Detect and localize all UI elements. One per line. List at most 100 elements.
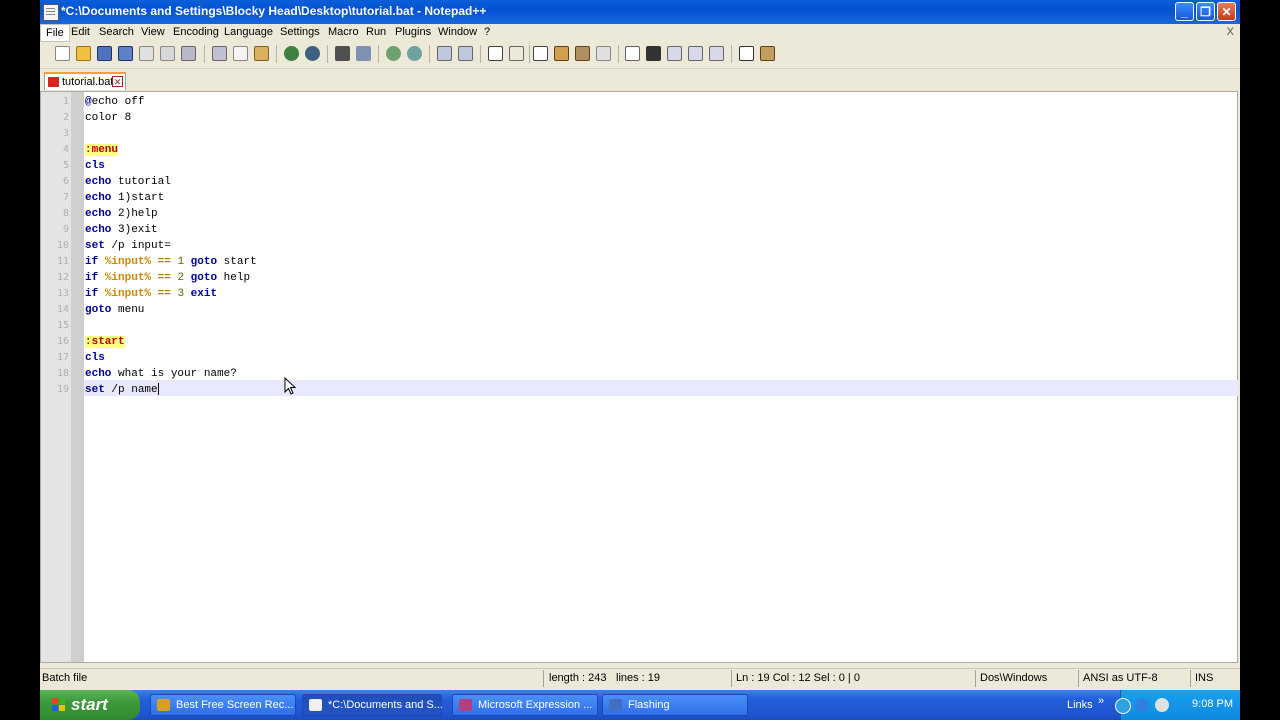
cut-icon[interactable] bbox=[212, 46, 227, 61]
show-all-chars-icon[interactable] bbox=[509, 46, 524, 61]
sync-vertical-icon[interactable] bbox=[437, 46, 452, 61]
taskbar-item-expression[interactable]: Microsoft Expression ... bbox=[452, 694, 598, 716]
links-chevron-icon[interactable]: » bbox=[1098, 695, 1104, 707]
code-line[interactable]: set /p input= bbox=[85, 238, 171, 254]
code-line[interactable]: goto menu bbox=[85, 302, 144, 318]
copy-icon[interactable] bbox=[233, 46, 248, 61]
find-icon[interactable] bbox=[335, 46, 350, 61]
taskbar-item-notepad[interactable]: *C:\Documents and S... bbox=[302, 694, 443, 716]
undo-icon[interactable] bbox=[284, 46, 299, 61]
menu-file[interactable]: File bbox=[40, 24, 70, 42]
start-button[interactable]: start bbox=[40, 690, 140, 720]
close-document-icon[interactable]: X bbox=[1227, 26, 1234, 38]
code-token: goto bbox=[190, 256, 218, 268]
menu-macro[interactable]: Macro bbox=[328, 26, 359, 38]
code-token: if bbox=[85, 256, 99, 268]
paste-icon[interactable] bbox=[254, 46, 269, 61]
code-line[interactable]: echo 1)start bbox=[85, 190, 164, 206]
back-arrow-icon[interactable] bbox=[1115, 698, 1131, 714]
fold-margin[interactable] bbox=[71, 92, 84, 662]
save-icon[interactable] bbox=[97, 46, 112, 61]
maximize-button[interactable]: ❐ bbox=[1196, 2, 1215, 21]
links-toolbar[interactable]: Links bbox=[1067, 699, 1093, 711]
code-line[interactable]: :menu bbox=[85, 142, 119, 158]
mouse-cursor-icon bbox=[284, 377, 297, 395]
open-file-icon[interactable] bbox=[76, 46, 91, 61]
menu-language[interactable]: Language bbox=[224, 26, 273, 38]
menu-search[interactable]: Search bbox=[99, 26, 134, 38]
sync-horizontal-icon[interactable] bbox=[458, 46, 473, 61]
code-line[interactable]: cls bbox=[85, 158, 105, 174]
code-line[interactable]: echo 2)help bbox=[85, 206, 158, 222]
close-button[interactable]: ✕ bbox=[1217, 2, 1236, 21]
zoom-in-icon[interactable] bbox=[386, 46, 401, 61]
code-line[interactable]: :start bbox=[85, 334, 125, 350]
menu-window[interactable]: Window bbox=[438, 26, 477, 38]
code-token: == bbox=[157, 256, 171, 268]
line-number: 5 bbox=[62, 160, 69, 171]
save-all-icon[interactable] bbox=[118, 46, 133, 61]
current-line-highlight bbox=[84, 380, 1238, 396]
status-encoding: ANSI as UTF-8 bbox=[1083, 672, 1158, 684]
menu-edit[interactable]: Edit bbox=[71, 26, 90, 38]
code-token: echo bbox=[85, 208, 112, 220]
play-macro-icon[interactable] bbox=[667, 46, 682, 61]
code-line[interactable]: @echo off bbox=[85, 94, 144, 110]
code-line[interactable]: set /p name bbox=[85, 382, 159, 398]
tab-close-icon[interactable]: ✕ bbox=[112, 76, 123, 87]
code-token: %input% bbox=[104, 272, 152, 284]
code-line[interactable]: if %input% == 1 goto start bbox=[85, 254, 257, 270]
menu-plugins[interactable]: Plugins bbox=[395, 26, 431, 38]
code-line[interactable]: echo 3)exit bbox=[85, 222, 158, 238]
redo-icon[interactable] bbox=[305, 46, 320, 61]
code-token: set bbox=[85, 240, 105, 252]
replace-icon[interactable] bbox=[356, 46, 371, 61]
stop-macro-icon[interactable] bbox=[646, 46, 661, 61]
menu-help[interactable]: ? bbox=[484, 26, 490, 38]
taskbar-item-screen-recorder[interactable]: Best Free Screen Rec... bbox=[150, 694, 296, 716]
toolbar-separator bbox=[276, 45, 277, 63]
menu-encoding[interactable]: Encoding bbox=[173, 26, 219, 38]
taskbar-item-flashing[interactable]: Flashing bbox=[602, 694, 748, 716]
zoom-out-icon[interactable] bbox=[407, 46, 422, 61]
word-wrap-icon[interactable] bbox=[488, 46, 503, 61]
network-icon[interactable] bbox=[1135, 698, 1149, 712]
code-token: tutorial bbox=[111, 176, 171, 188]
record-macro-icon[interactable] bbox=[625, 46, 640, 61]
code-line[interactable]: echo tutorial bbox=[85, 174, 171, 190]
plugin-icon[interactable] bbox=[760, 46, 775, 61]
minimize-button[interactable]: _ bbox=[1175, 2, 1194, 21]
taskbar: start Best Free Screen Rec... *C:\Docume… bbox=[40, 690, 1240, 720]
tab-tutorial-bat[interactable]: tutorial.bat ✕ bbox=[44, 72, 126, 90]
save-macro-icon[interactable] bbox=[709, 46, 724, 61]
unsaved-file-icon bbox=[48, 77, 59, 87]
volume-icon[interactable] bbox=[1155, 698, 1169, 712]
code-line[interactable]: if %input% == 3 exit bbox=[85, 286, 217, 302]
code-token: if bbox=[85, 288, 99, 300]
code-line[interactable]: if %input% == 2 goto help bbox=[85, 270, 250, 286]
menu-view[interactable]: View bbox=[141, 26, 165, 38]
function-list-icon[interactable] bbox=[596, 46, 611, 61]
spell-check-icon[interactable] bbox=[739, 46, 754, 61]
indent-guide-icon[interactable] bbox=[533, 46, 548, 61]
close-file-icon[interactable] bbox=[139, 46, 154, 61]
title-bar[interactable]: *C:\Documents and Settings\Blocky Head\D… bbox=[40, 0, 1240, 24]
run-macro-multiple-icon[interactable] bbox=[688, 46, 703, 61]
code-line[interactable]: color 8 bbox=[85, 110, 131, 126]
status-bar: Batch file length : 243 lines : 19 Ln : … bbox=[40, 668, 1240, 689]
menu-run[interactable]: Run bbox=[366, 26, 386, 38]
code-token: help bbox=[217, 272, 251, 284]
menu-settings[interactable]: Settings bbox=[280, 26, 320, 38]
text-caret bbox=[157, 383, 159, 396]
code-line[interactable]: cls bbox=[85, 350, 105, 366]
code-editor[interactable]: 1 2 3 4 5 6 7 8 9 10 11 12 13 14 15 16 17 18 19 @echo off c… bbox=[40, 91, 1238, 663]
new-file-icon[interactable] bbox=[55, 46, 70, 61]
user-lang-icon[interactable] bbox=[554, 46, 569, 61]
close-all-icon[interactable] bbox=[160, 46, 175, 61]
print-icon[interactable] bbox=[181, 46, 196, 61]
doc-map-icon[interactable] bbox=[575, 46, 590, 61]
code-token: cls bbox=[85, 352, 105, 364]
toolbar bbox=[40, 42, 1240, 69]
code-line[interactable]: echo what is your name? bbox=[85, 366, 237, 382]
